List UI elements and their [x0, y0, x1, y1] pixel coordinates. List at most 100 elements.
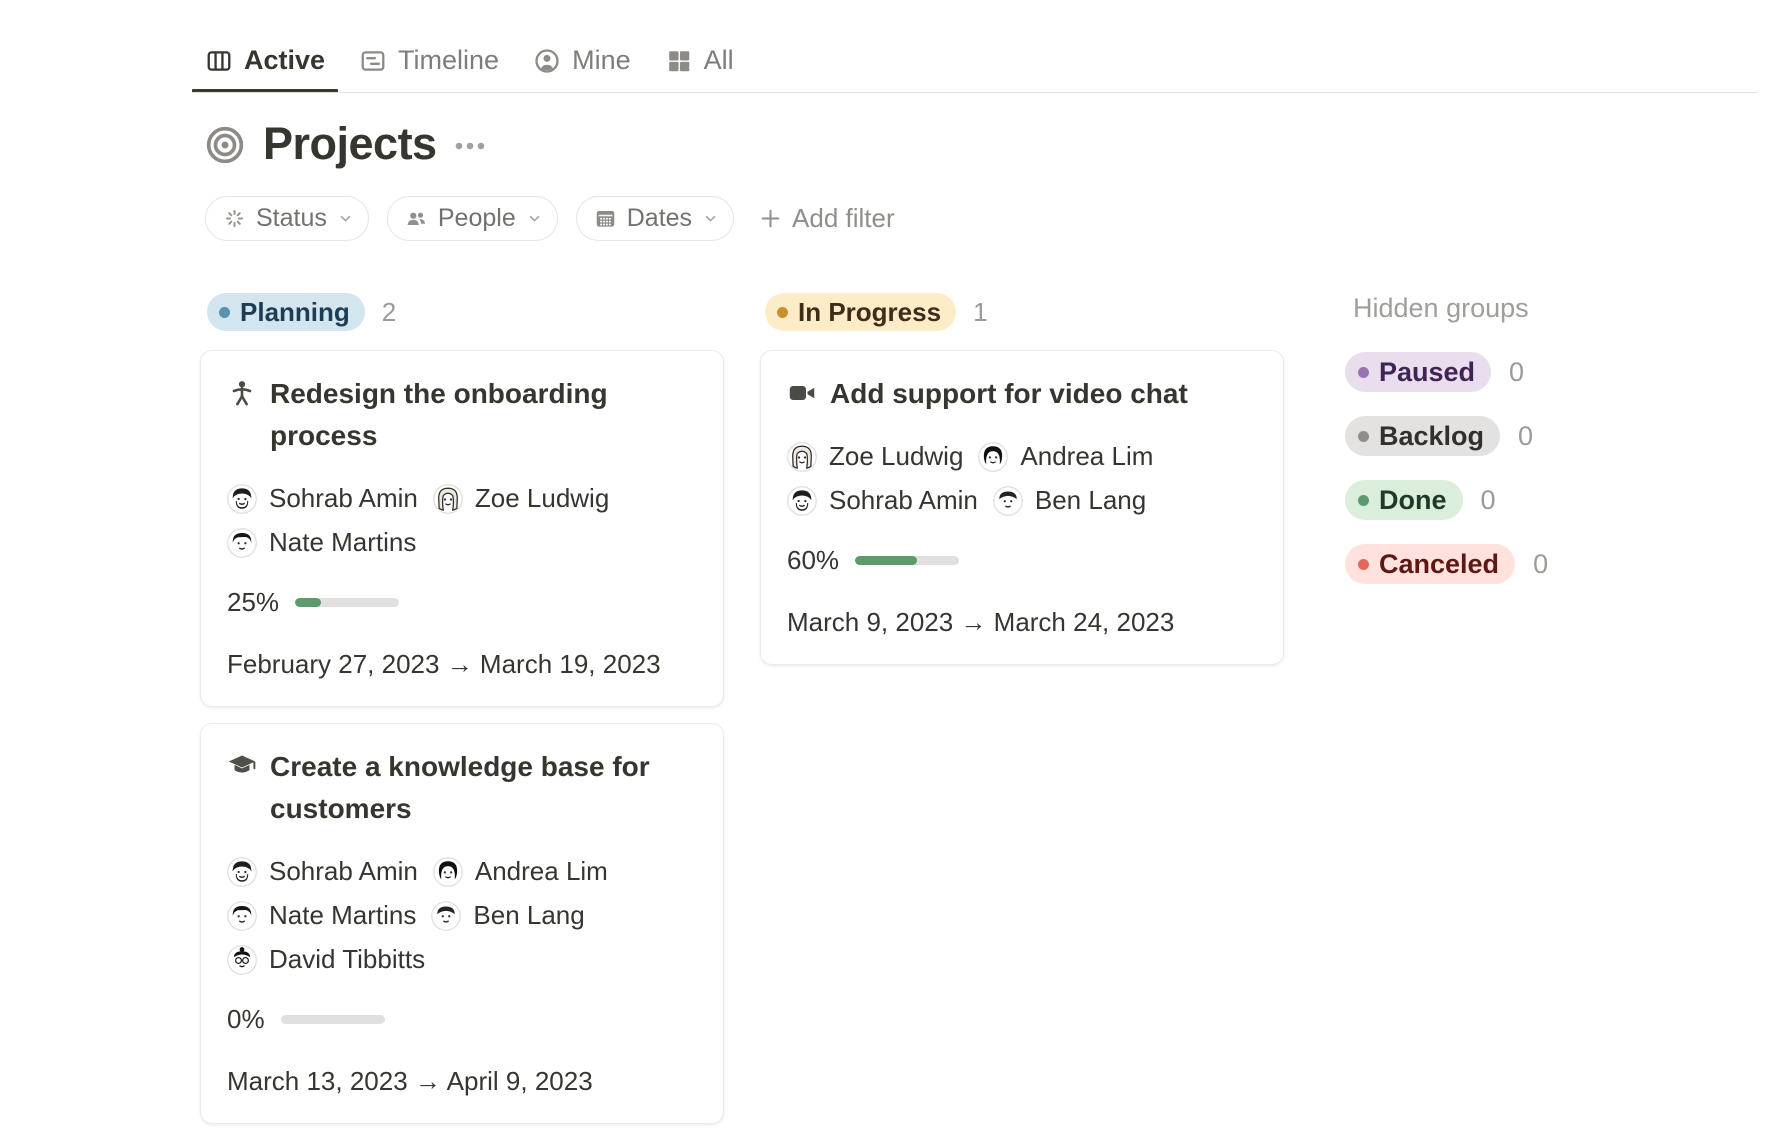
card-redesign-onboarding[interactable]: Redesign the onboarding process Sohrab A…: [200, 350, 724, 707]
card-head: Create a knowledge base for customers: [227, 746, 699, 830]
person-name: Andrea Lim: [1020, 441, 1153, 472]
avatar-sohrab-amin: [227, 484, 257, 514]
progress-row: 0%: [227, 1004, 699, 1035]
target-icon[interactable]: [205, 125, 245, 165]
person-name: Nate Martins: [269, 900, 416, 931]
person-name: Ben Lang: [1035, 485, 1146, 516]
person-chip: David Tibbitts: [227, 944, 425, 975]
filter-status[interactable]: Status: [205, 196, 369, 241]
card-title[interactable]: Add support for video chat: [830, 373, 1188, 415]
timeline-icon: [359, 47, 387, 75]
progress-label: 60%: [787, 545, 839, 576]
avatar-sohrab-amin: [227, 857, 257, 887]
avatar-nate-martins: [227, 528, 257, 558]
status-pill-planning[interactable]: Planning: [207, 293, 365, 331]
avatar-ben-lang: [993, 486, 1023, 516]
card-head: Add support for video chat: [787, 373, 1259, 415]
avatar-ben-lang: [431, 901, 461, 931]
progress-row: 60%: [787, 545, 1259, 576]
board-icon: [205, 47, 233, 75]
avatar-andrea-lim: [978, 442, 1008, 472]
progress-label: 0%: [227, 1004, 265, 1035]
view-tabs: Active Timeline Mine All: [192, 28, 747, 93]
column-header-planning: Planning 2: [207, 293, 396, 331]
hidden-groups-title: Hidden groups: [1353, 293, 1645, 324]
avatar-zoe-ludwig: [433, 484, 463, 514]
status-dot: [1358, 431, 1369, 442]
tab-active[interactable]: Active: [192, 28, 338, 93]
person-chip: Sohrab Amin: [227, 483, 418, 514]
status-pill-done[interactable]: Done: [1345, 480, 1463, 520]
tab-timeline[interactable]: Timeline: [346, 28, 512, 93]
person-name: Sohrab Amin: [829, 485, 978, 516]
avatar-nate-martins: [227, 901, 257, 931]
page-header: Projects: [205, 112, 487, 176]
status-pill-paused[interactable]: Paused: [1345, 352, 1491, 392]
board-column-in-progress: Add support for video chat Zoe Ludwig An…: [760, 350, 1284, 665]
card-video-chat[interactable]: Add support for video chat Zoe Ludwig An…: [760, 350, 1284, 665]
date-range: March 9, 2023 → March 24, 2023: [787, 607, 1259, 638]
tab-label: Timeline: [398, 45, 499, 76]
status-label: Planning: [240, 297, 350, 328]
status-dot: [1358, 559, 1369, 570]
status-dot: [1358, 495, 1369, 506]
tab-mine[interactable]: Mine: [520, 28, 644, 93]
date-range: February 27, 2023 → March 19, 2023: [227, 649, 699, 680]
status-pill-backlog[interactable]: Backlog: [1345, 416, 1500, 456]
progress-fill: [855, 556, 917, 565]
person-name: Ben Lang: [473, 900, 584, 931]
hidden-groups-list: Paused 0 Backlog 0 Done 0 Canceled 0: [1345, 352, 1645, 584]
avatar-zoe-ludwig: [787, 442, 817, 472]
avatar-sohrab-amin: [787, 486, 817, 516]
chevron-down-icon: [336, 209, 355, 228]
filter-label: Status: [256, 204, 327, 233]
progress-bar: [855, 556, 959, 565]
person-chip: Nate Martins: [227, 527, 416, 558]
status-icon: [222, 206, 247, 231]
date-range: March 13, 2023 → April 9, 2023: [227, 1066, 699, 1097]
hidden-group-canceled: Canceled 0: [1345, 544, 1645, 584]
card-people: Zoe Ludwig Andrea Lim Sohrab Amin Ben La…: [787, 441, 1259, 516]
card-people: Sohrab Amin Andrea Lim Nate Martins Ben …: [227, 856, 699, 975]
add-filter-button[interactable]: Add filter: [758, 203, 895, 234]
hidden-group-done: Done 0: [1345, 480, 1645, 520]
progress-fill: [295, 598, 321, 607]
status-label: In Progress: [798, 297, 941, 328]
person-chip: Sohrab Amin: [787, 485, 978, 516]
graduation-cap-icon: [227, 751, 257, 781]
tab-all[interactable]: All: [652, 28, 747, 93]
person-name: Zoe Ludwig: [475, 483, 609, 514]
tab-label: Mine: [572, 45, 631, 76]
progress-bar: [281, 1015, 385, 1024]
avatar-andrea-lim: [433, 857, 463, 887]
more-menu-icon[interactable]: [453, 131, 487, 161]
person-name: Zoe Ludwig: [829, 441, 963, 472]
filter-dates[interactable]: Dates: [576, 196, 734, 241]
chevron-down-icon: [701, 209, 720, 228]
person-chip: Ben Lang: [431, 900, 584, 931]
progress-row: 25%: [227, 587, 699, 618]
card-knowledge-base[interactable]: Create a knowledge base for customers So…: [200, 723, 724, 1124]
status-pill-canceled[interactable]: Canceled: [1345, 544, 1515, 584]
person-circle-icon: [533, 47, 561, 75]
add-filter-label: Add filter: [792, 203, 895, 234]
tab-label: All: [704, 45, 734, 76]
person-name: Andrea Lim: [475, 856, 608, 887]
person-name: Nate Martins: [269, 527, 416, 558]
avatar-david-tibbitts: [227, 945, 257, 975]
column-header-in-progress: In Progress 1: [765, 293, 988, 331]
card-head: Redesign the onboarding process: [227, 373, 699, 457]
card-title[interactable]: Create a knowledge base for customers: [270, 746, 670, 830]
status-dot: [777, 307, 788, 318]
filter-label: People: [438, 204, 516, 233]
plus-icon: [758, 206, 783, 231]
person-chip: Ben Lang: [993, 485, 1146, 516]
card-title[interactable]: Redesign the onboarding process: [270, 373, 670, 457]
column-count: 2: [382, 297, 396, 328]
person-chip: Zoe Ludwig: [787, 441, 963, 472]
filter-people[interactable]: People: [387, 196, 558, 241]
filter-bar: Status People Dates Add filter: [205, 196, 895, 241]
status-pill-in-progress[interactable]: In Progress: [765, 293, 956, 331]
status-label: Backlog: [1379, 421, 1484, 452]
page-title[interactable]: Projects: [263, 112, 437, 176]
